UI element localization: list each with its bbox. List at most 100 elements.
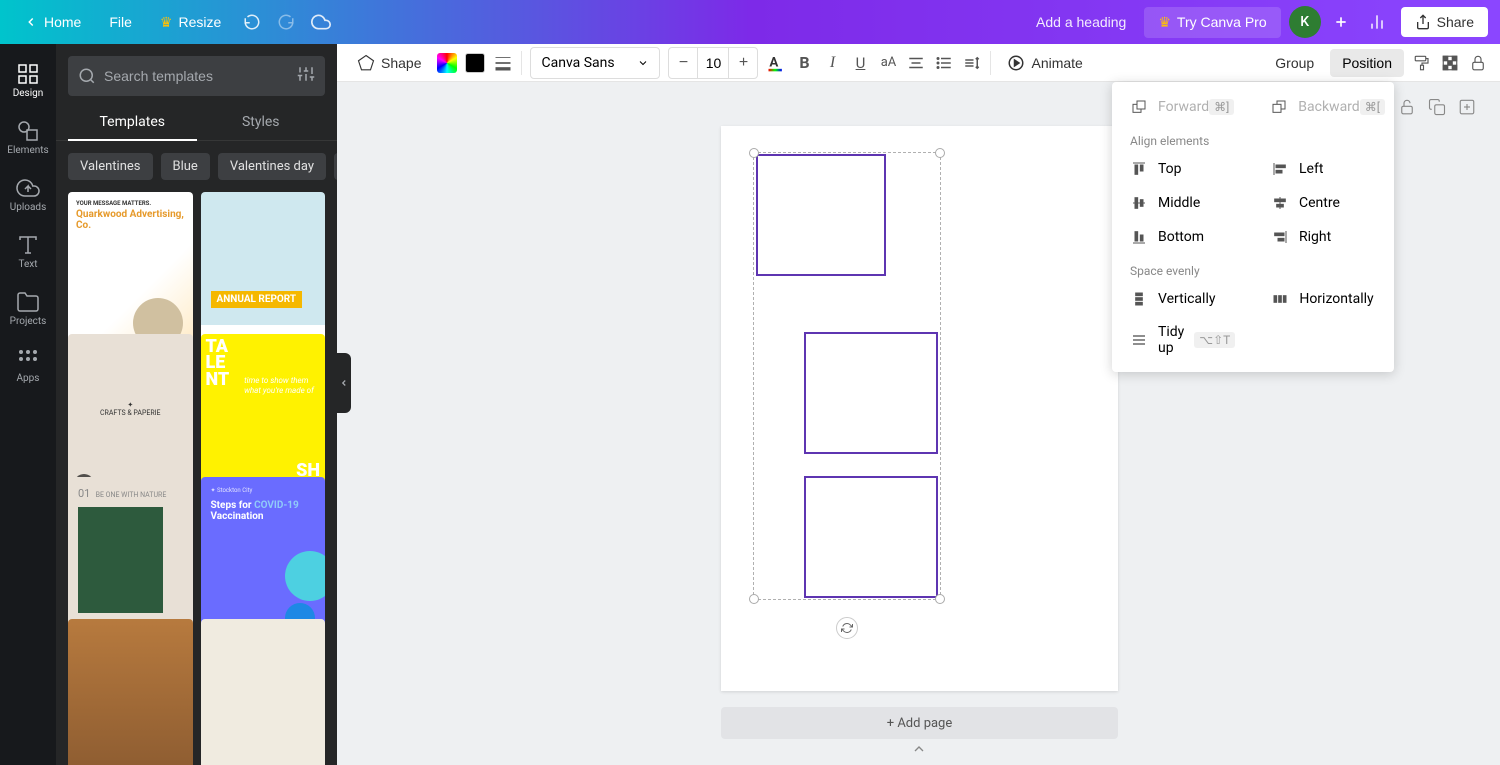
transparency-icon [1441,54,1459,72]
undo-button[interactable] [237,7,267,37]
design-page[interactable] [721,126,1118,691]
try-pro-button[interactable]: ♛ Try Canva Pro [1144,7,1280,38]
rail-text[interactable]: Text [0,223,56,280]
user-avatar[interactable]: K [1289,6,1321,38]
border-weight-icon [493,53,513,73]
filter-button[interactable] [297,65,315,87]
animate-button[interactable]: Animate [999,48,1090,78]
case-button[interactable]: aA [878,53,898,73]
text-icon [16,233,40,257]
list-button[interactable] [934,53,954,73]
document-title-input[interactable] [935,8,1136,36]
font-size-decrease[interactable]: − [669,48,697,78]
font-size-input[interactable] [697,48,729,78]
copy-style-button[interactable] [1412,53,1432,73]
rotate-handle[interactable] [836,617,858,639]
template-thumbnail[interactable] [201,619,326,765]
resize-handle-bl[interactable] [749,594,759,604]
chip[interactable]: Valentines [68,153,153,180]
space-horizontally[interactable]: Horizontally [1253,282,1394,316]
align-bottom-icon [1130,228,1148,246]
shape-rect[interactable] [756,154,886,276]
search-box [68,56,325,96]
template-thumbnail[interactable]: 01 BE ONE WITH NATURE [68,477,193,643]
add-page-icon [1458,98,1476,116]
bold-button[interactable]: B [794,53,814,73]
align-left[interactable]: Left [1253,152,1394,186]
template-thumbnail[interactable] [68,619,193,765]
expand-pages-button[interactable] [911,741,927,761]
align-centre[interactable]: Centre [1253,186,1394,220]
font-size-increase[interactable]: + [729,48,757,78]
uploads-icon [16,176,40,200]
tidy-up[interactable]: Tidy up ⌥⇧T [1112,316,1253,364]
shape-rect[interactable] [804,476,938,598]
template-thumbnail[interactable]: TALENTtime to show them what you're made… [201,334,326,500]
align-middle[interactable]: Middle [1112,186,1253,220]
tab-styles[interactable]: Styles [197,104,326,140]
chip[interactable]: Valentines day [218,153,326,180]
cloud-icon [311,12,331,32]
tab-templates[interactable]: Templates [68,104,197,140]
resize-button[interactable]: ♛ Resize [148,8,233,37]
chip-row: Valentines Blue Valentines day Foo [56,141,337,192]
cloud-sync-button[interactable] [305,6,337,38]
copy-icon [1428,98,1446,116]
font-select[interactable]: Canva Sans [530,47,660,79]
redo-button[interactable] [271,7,301,37]
rail-apps[interactable]: Apps [0,337,56,394]
border-color-button[interactable] [465,53,485,73]
fill-color-button[interactable] [437,53,457,73]
page-actions [1398,98,1476,120]
chart-icon [1367,12,1387,32]
text-color-button[interactable]: A [766,53,786,73]
rail-projects[interactable]: Projects [0,280,56,337]
rail-uploads[interactable]: Uploads [0,166,56,223]
align-right[interactable]: Right [1253,220,1394,254]
italic-button[interactable]: I [822,53,842,73]
align-bottom[interactable]: Bottom [1112,220,1253,254]
add-collaborator-button[interactable] [1329,10,1353,34]
chip[interactable]: Blue [161,153,210,180]
sliders-icon [297,65,315,83]
backward-icon [1270,98,1288,116]
underline-button[interactable]: U [850,53,870,73]
template-thumbnail[interactable]: ANNUAL REPORT [201,192,326,358]
align-top[interactable]: Top [1112,152,1253,186]
template-thumbnail[interactable]: YOUR MESSAGE MATTERS.Quarkwood Advertisi… [68,192,193,358]
panel-search-row [56,44,337,104]
apps-icon [16,347,40,371]
insights-button[interactable] [1361,6,1393,38]
file-menu[interactable]: File [97,8,144,36]
shape-rect[interactable] [804,332,938,454]
font-size-stepper: − + [668,47,758,79]
transparency-button[interactable] [1440,53,1460,73]
search-input[interactable] [104,68,297,84]
add-page-button[interactable]: + Add page [721,707,1118,739]
rail-elements[interactable]: Elements [0,109,56,166]
home-label: Home [44,14,81,30]
template-thumbnail[interactable]: ✦CRAFTS & PAPERIE▶ [68,334,193,500]
align-left-icon [1271,160,1289,178]
spacing-button[interactable] [962,53,982,73]
share-button[interactable]: Share [1401,7,1488,37]
space-vertically[interactable]: Vertically [1112,282,1253,316]
side-rail: Design Elements Uploads Text Projects Ap… [0,44,56,765]
shape-button[interactable]: Shape [349,48,429,78]
align-middle-icon [1130,194,1148,212]
back-button[interactable]: Home [12,8,93,36]
lock-button[interactable] [1468,53,1488,73]
align-button[interactable] [906,53,926,73]
rail-design[interactable]: Design [0,52,56,109]
group-button[interactable]: Group [1267,49,1322,77]
forward-icon [1130,98,1148,116]
tidy-icon [1130,331,1148,349]
border-style-button[interactable] [493,53,513,73]
duplicate-page-button[interactable] [1428,98,1446,120]
add-page-icon-button[interactable] [1458,98,1476,120]
align-icon [907,54,925,72]
template-thumbnail[interactable]: ✦ Stockton CitySteps for COVID-19Vaccina… [201,477,326,643]
position-button[interactable]: Position [1330,49,1404,77]
panel-collapse-button[interactable] [337,353,351,413]
resize-handle-tr[interactable] [935,148,945,158]
